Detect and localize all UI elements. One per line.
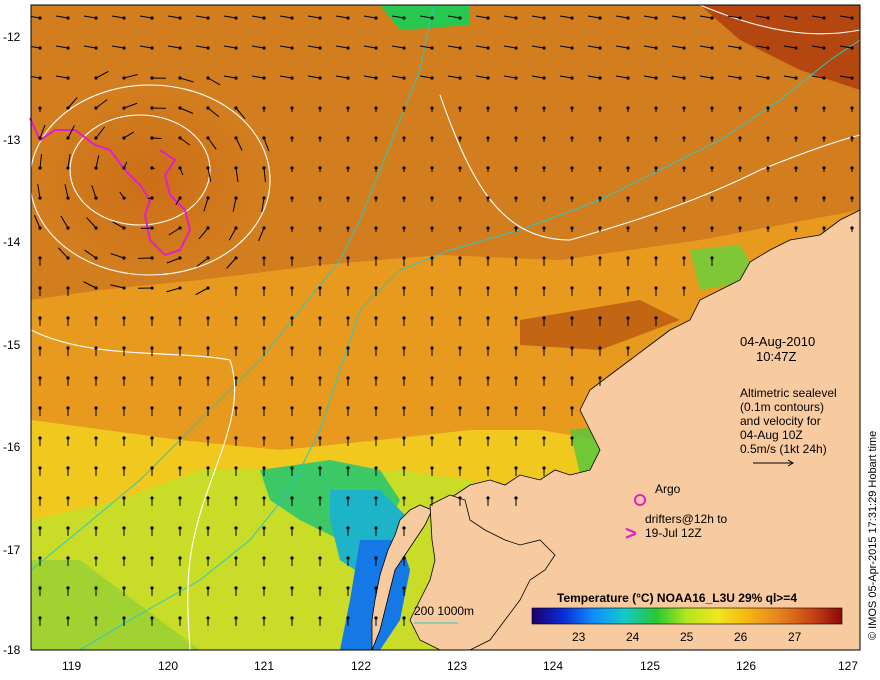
colorbar xyxy=(531,607,843,625)
lat-tick: -17 xyxy=(3,543,21,557)
lat-tick: -12 xyxy=(3,30,21,44)
altimetry-line3: and velocity for xyxy=(740,414,821,428)
lon-tick: 124 xyxy=(543,659,563,673)
colorbar-tick: 26 xyxy=(734,630,748,644)
drifter-marker: > xyxy=(625,523,637,545)
velocity-scale-label: 0.5m/s (1kt 24h) xyxy=(740,442,827,456)
altimetry-line2: (0.1m contours) xyxy=(740,400,824,414)
time-label: 10:47Z xyxy=(756,349,797,364)
drifters-label-2: 19-Jul 12Z xyxy=(645,526,702,540)
lon-tick: 125 xyxy=(640,659,660,673)
eddy-core xyxy=(40,90,260,270)
credit-label: © IMOS 05-Apr-2015 17:31:29 Hobart time xyxy=(867,431,879,640)
lon-tick: 120 xyxy=(158,659,178,673)
lon-tick: 127 xyxy=(838,659,858,673)
lon-tick: 123 xyxy=(447,659,467,673)
colorbar-tick: 24 xyxy=(626,630,640,644)
lon-tick: 122 xyxy=(351,659,371,673)
lat-tick: -16 xyxy=(3,440,21,454)
lat-tick: -18 xyxy=(3,643,21,657)
drifters-label-1: drifters@12h to xyxy=(645,512,728,526)
argo-label: Argo xyxy=(655,482,681,496)
colorbar-tick: 23 xyxy=(572,630,586,644)
lat-tick: -14 xyxy=(3,235,21,249)
lat-tick: -13 xyxy=(3,133,21,147)
sst-map: -12 -13 -14 -15 -16 -17 -18 119 120 121 … xyxy=(3,4,879,673)
colorbar-title: Temperature (°C) NOAA16_L3U 29% ql>=4 xyxy=(557,591,797,605)
colorbar-tick: 25 xyxy=(680,630,694,644)
lon-tick: 119 xyxy=(62,659,81,673)
date-label: 04-Aug-2010 xyxy=(740,334,815,349)
lat-tick: -15 xyxy=(3,338,21,352)
colorbar-tick: 27 xyxy=(788,630,802,644)
bathymetry-label: 200 1000m xyxy=(414,604,474,618)
lon-tick: 121 xyxy=(254,659,274,673)
lon-tick: 126 xyxy=(736,659,756,673)
altimetry-line1: Altimetric sealevel xyxy=(740,386,837,400)
lat-axis: -12 -13 -14 -15 -16 -17 -18 xyxy=(3,30,21,657)
lon-axis: 119 120 121 122 123 124 125 126 127 xyxy=(62,659,858,673)
altimetry-line4: 04-Aug 10Z xyxy=(740,428,803,442)
